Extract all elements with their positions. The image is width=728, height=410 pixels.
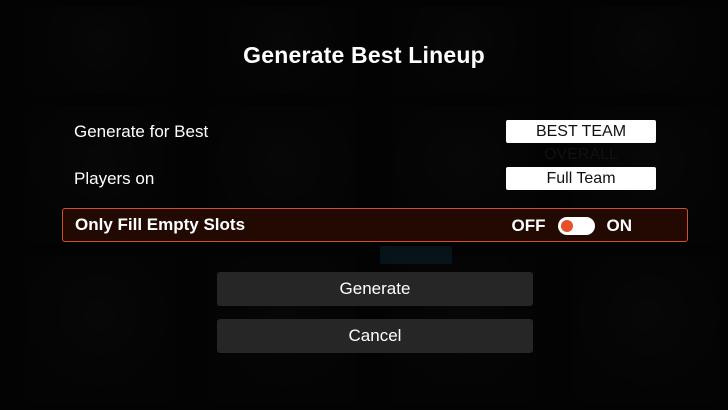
only-fill-empty-slots-row[interactable]: Only Fill Empty Slots OFF ON <box>62 208 688 242</box>
generate-button[interactable]: Generate <box>217 272 533 306</box>
fill-empty-toggle-group: OFF ON <box>511 209 633 243</box>
toggle-off-label: OFF <box>511 216 546 235</box>
dialog-title: Generate Best Lineup <box>243 42 485 68</box>
cancel-button[interactable]: Cancel <box>217 319 533 353</box>
players-on-row[interactable]: Players on Full Team <box>62 162 688 196</box>
fill-empty-toggle[interactable] <box>557 217 595 235</box>
toggle-on-label: ON <box>606 216 633 235</box>
lineup-screen: Generate Best Lineup Generate for Best B… <box>0 0 728 410</box>
generate-for-best-row[interactable]: Generate for Best BEST TEAM OVERALL <box>62 115 688 163</box>
toggle-knob <box>560 220 573 232</box>
players-on-selector[interactable]: Full Team <box>506 167 656 190</box>
generate-for-best-selector[interactable]: BEST TEAM OVERALL <box>506 120 656 163</box>
